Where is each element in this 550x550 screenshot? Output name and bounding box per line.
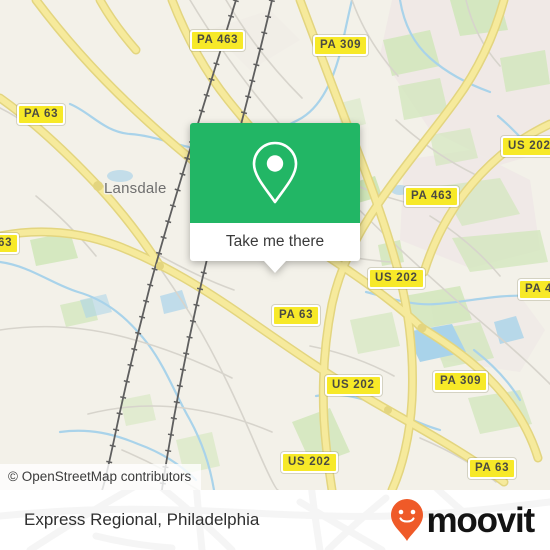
map-canvas[interactable]: Lansdale PA 463 PA 309 PA 63 US 202 PA 4… [0, 0, 550, 490]
road-shield[interactable]: US 202 [325, 375, 382, 396]
road-shield[interactable]: 63 [0, 233, 20, 254]
road-shield[interactable]: PA 63 [272, 305, 321, 326]
map-attribution[interactable]: © OpenStreetMap contributors [0, 464, 202, 490]
road-shield[interactable]: US 202 [281, 452, 338, 473]
road-shield[interactable]: PA 463 [190, 30, 246, 51]
road-shield[interactable]: PA 309 [313, 35, 369, 56]
road-shield[interactable]: PA 46 [518, 279, 550, 300]
road-shield[interactable]: US 202 [368, 268, 425, 289]
moovit-logo[interactable]: moovit [390, 490, 535, 550]
road-shield[interactable]: PA 63 [17, 104, 66, 125]
take-me-there-label: Take me there [225, 233, 325, 250]
footer-bar: Express Regional, Philadelphia moovit [0, 490, 550, 550]
popup-action-bar[interactable]: Take me there [190, 223, 360, 273]
location-popup-card[interactable]: Take me there [190, 123, 360, 273]
road-shield[interactable]: PA 309 [433, 371, 489, 392]
map-pin-icon [252, 141, 298, 204]
road-shield[interactable]: PA 63 [468, 458, 517, 479]
moovit-map-screenshot: Lansdale PA 463 PA 309 PA 63 US 202 PA 4… [0, 0, 550, 550]
road-shield[interactable]: US 202 [501, 136, 550, 157]
popup-header [190, 123, 360, 223]
road-shield[interactable]: PA 463 [404, 186, 460, 207]
popup-pointer-tail [264, 261, 286, 273]
moovit-wordmark: moovit [426, 500, 535, 540]
location-title: Express Regional, Philadelphia [24, 510, 260, 529]
moovit-pin-icon [391, 499, 424, 541]
